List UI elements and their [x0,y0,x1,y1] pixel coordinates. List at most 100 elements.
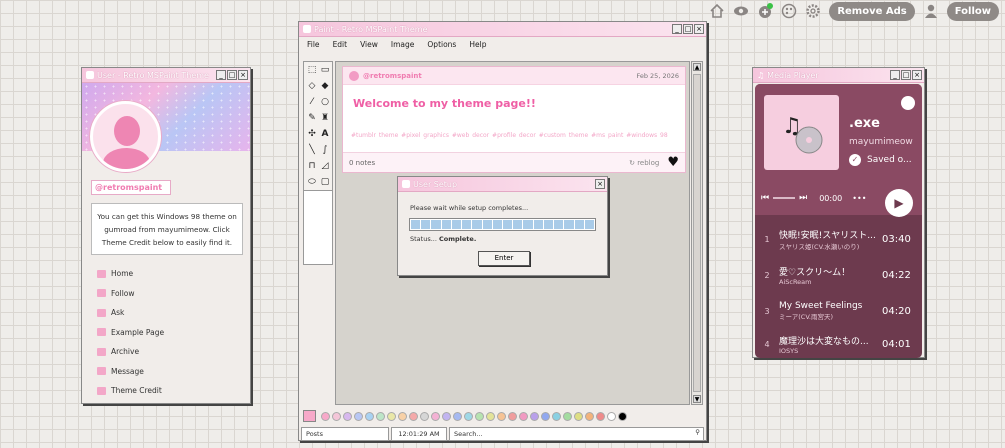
song-artist[interactable]: mayumimeow [849,137,913,147]
palette-color-swatch[interactable] [508,411,517,421]
current-color-swatch[interactable] [303,410,316,422]
palette-color-swatch[interactable] [530,411,539,421]
palette-color-swatch[interactable] [574,411,583,421]
next-icon[interactable]: ⏭ [799,193,807,203]
album-art[interactable]: ♫ [764,95,839,170]
vertical-scrollbar[interactable]: ▲ ▼ [691,61,703,405]
eraser-icon[interactable]: ◇ [307,81,317,91]
maximize-button[interactable]: □ [227,70,237,80]
rounded-rect-icon[interactable]: ▢ [320,177,330,187]
rect-select-icon[interactable]: ▭ [320,65,330,75]
palette-color-swatch[interactable] [618,411,627,421]
song-title[interactable]: .exe [849,116,880,131]
free-select-icon[interactable]: ⬚ [307,65,317,75]
palette-color-swatch[interactable] [486,411,495,421]
palette-color-swatch[interactable] [354,411,363,421]
gear-icon[interactable] [805,3,821,19]
post-avatar[interactable] [349,70,359,81]
post-author[interactable]: @retromspaint [363,72,422,80]
palette-color-swatch[interactable] [552,411,561,421]
text-icon[interactable]: A [320,129,330,139]
minimize-button[interactable]: _ [890,70,900,80]
palette-color-swatch[interactable] [431,411,440,421]
close-button[interactable]: × [912,70,922,80]
more-icon[interactable]: ••• [852,194,866,203]
nav-item-ask[interactable]: Ask [97,303,164,323]
saved-status[interactable]: ✓ Saved o... [849,154,912,166]
menu-view[interactable]: View [360,40,378,49]
nav-item-follow[interactable]: Follow [97,284,164,304]
search-icon[interactable]: ⚲ [695,428,700,436]
previous-icon[interactable]: ⏮ [761,193,769,203]
user-icon[interactable] [923,3,939,19]
palette-color-swatch[interactable] [475,411,484,421]
brush-icon[interactable]: ♜ [320,113,330,123]
search-input[interactable]: Search... ⚲ [449,427,704,441]
close-button[interactable]: × [595,179,605,189]
palette-color-swatch[interactable] [398,411,407,421]
nav-item-example-page[interactable]: Example Page [97,323,164,343]
spotify-icon[interactable] [901,96,915,110]
palette-color-swatch[interactable] [563,411,572,421]
post-tags[interactable]: #tumblr theme #pixel graphics #web decor… [343,110,685,139]
minimize-button[interactable]: _ [216,70,226,80]
profile-username[interactable]: @retromspaint [91,180,171,195]
palette-color-swatch[interactable] [365,411,374,421]
palette-color-swatch[interactable] [387,411,396,421]
palette-color-swatch[interactable] [464,411,473,421]
menu-edit[interactable]: Edit [333,40,348,49]
avatar[interactable] [90,101,161,172]
eye-icon[interactable] [733,3,749,19]
palette-color-swatch[interactable] [607,411,616,421]
remove-ads-button[interactable]: Remove Ads [829,1,915,21]
post-notes[interactable]: 0 notes [349,159,375,167]
track-row[interactable]: 3 My Sweet Feelings ミーア(CV.雨宮天) 04:20 [755,293,922,329]
curve-icon[interactable]: ∫ [320,145,330,155]
palette-color-swatch[interactable] [321,411,330,421]
reblog-button[interactable]: ↻ reblog [629,159,659,167]
nav-item-home[interactable]: Home [97,264,164,284]
palette-color-swatch[interactable] [332,411,341,421]
palette-icon[interactable] [781,3,797,19]
nav-item-archive[interactable]: Archive [97,342,164,362]
fill-icon[interactable]: ◆ [320,81,330,91]
menu-image[interactable]: Image [391,40,415,49]
track-row[interactable]: 4 魔理沙は大変なもの... IOSYS 04:01 [755,326,922,362]
line-icon[interactable]: ╲ [307,145,317,155]
follow-button[interactable]: Follow [946,1,999,21]
palette-color-swatch[interactable] [519,411,528,421]
home-icon[interactable] [709,3,725,19]
scroll-thumb[interactable] [693,74,701,392]
ellipse-icon[interactable]: ⬭ [307,177,317,187]
palette-color-swatch[interactable] [343,411,352,421]
palette-color-swatch[interactable] [420,411,429,421]
magnifier-icon[interactable]: ○ [320,97,330,107]
scroll-down-icon[interactable]: ▼ [693,395,701,403]
play-button[interactable]: ▶ [885,189,913,217]
menu-file[interactable]: File [307,40,320,49]
palette-color-swatch[interactable] [541,411,550,421]
add-chat-icon[interactable] [757,3,774,19]
like-heart-icon[interactable]: ♥ [667,155,679,170]
close-button[interactable]: × [694,24,704,34]
palette-color-swatch[interactable] [453,411,462,421]
nav-item-theme-credit[interactable]: Theme Credit [97,381,164,401]
palette-color-swatch[interactable] [409,411,418,421]
palette-color-swatch[interactable] [585,411,594,421]
rectangle-icon[interactable]: ⊓ [307,161,317,171]
pencil-icon[interactable]: ✎ [307,113,317,123]
scroll-up-icon[interactable]: ▲ [693,63,701,71]
enter-button[interactable]: Enter [478,251,530,266]
palette-color-swatch[interactable] [376,411,385,421]
menu-options[interactable]: Options [427,40,456,49]
maximize-button[interactable]: □ [683,24,693,34]
maximize-button[interactable]: □ [901,70,911,80]
palette-color-swatch[interactable] [596,411,605,421]
palette-color-swatch[interactable] [442,411,451,421]
nav-item-message[interactable]: Message [97,362,164,382]
minimize-button[interactable]: _ [672,24,682,34]
polygon-icon[interactable]: ◿ [320,161,330,171]
progress-track[interactable] [773,197,796,199]
track-row[interactable]: 2 愛♡スクリ～ム！ AiScReam 04:22 [755,257,922,293]
track-row[interactable]: 1 快眠!安眠!スヤリスト... スヤリス姫(CV.水瀬いのり) 03:40 [755,221,922,257]
